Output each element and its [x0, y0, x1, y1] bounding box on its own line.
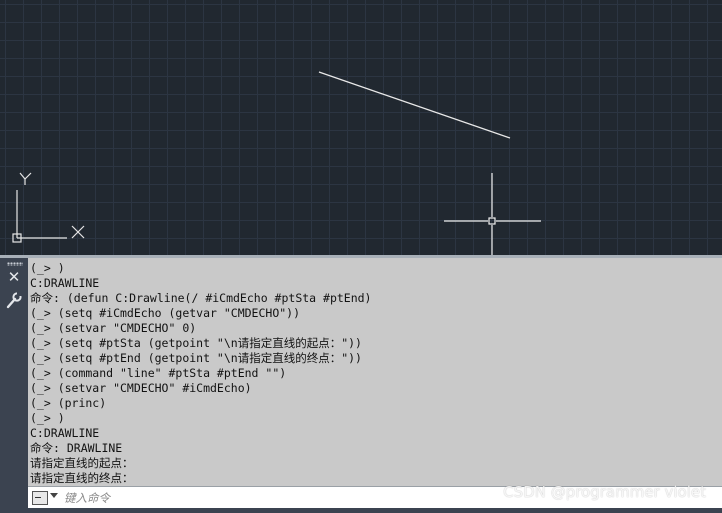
drawing-canvas[interactable] — [0, 0, 722, 255]
drawn-line[interactable] — [318, 71, 511, 139]
watermark: CSDN @programmer violet — [503, 483, 706, 501]
history-line: (_> (setvar "CMDECHO" 0) — [30, 321, 197, 335]
history-line: (_> ) — [30, 261, 65, 275]
history-line: (_> (setq #iCmdEcho (getvar "CMDECHO")) — [30, 306, 301, 320]
command-window-toolbar: ✕ — [0, 258, 28, 513]
wrench-icon[interactable] — [6, 291, 22, 309]
bottom-border — [0, 508, 722, 513]
history-line: C:DRAWLINE — [30, 276, 100, 290]
history-line: C:DRAWLINE — [30, 426, 100, 440]
history-line: 命令: DRAWLINE — [30, 441, 123, 455]
chevron-down-icon[interactable] — [50, 493, 58, 498]
command-input[interactable] — [64, 488, 484, 507]
history-line: (_> ) — [30, 411, 65, 425]
command-prompt-icon[interactable] — [32, 491, 48, 505]
close-icon[interactable]: ✕ — [6, 269, 22, 285]
drag-grip-icon[interactable] — [7, 262, 23, 266]
command-history: (_> ) C:DRAWLINE 命令: (defun C:Drawline(/… — [28, 258, 722, 486]
autocad-window: ✕ (_> ) C:DRAWLINE 命令: (defun C:Drawline… — [0, 0, 722, 513]
history-line: (_> (setq #ptSta (getpoint "\n请指定直线的起点："… — [30, 336, 362, 350]
history-line: 请指定直线的起点： — [30, 456, 134, 470]
history-line: 命令: (defun C:Drawline(/ #iCmdEcho #ptSta… — [30, 291, 372, 305]
history-line: (_> (princ) — [30, 396, 107, 410]
history-line: (_> (command "line" #ptSta #ptEnd "") — [30, 366, 287, 380]
history-line: (_> (setvar "CMDECHO" #iCmdEcho) — [30, 381, 252, 395]
ucs-icon — [12, 172, 85, 243]
crosshair-cursor — [444, 173, 541, 255]
drawing-svg — [12, 71, 541, 255]
history-line: (_> (setq #ptEnd (getpoint "\n请指定直线的终点："… — [30, 351, 362, 365]
